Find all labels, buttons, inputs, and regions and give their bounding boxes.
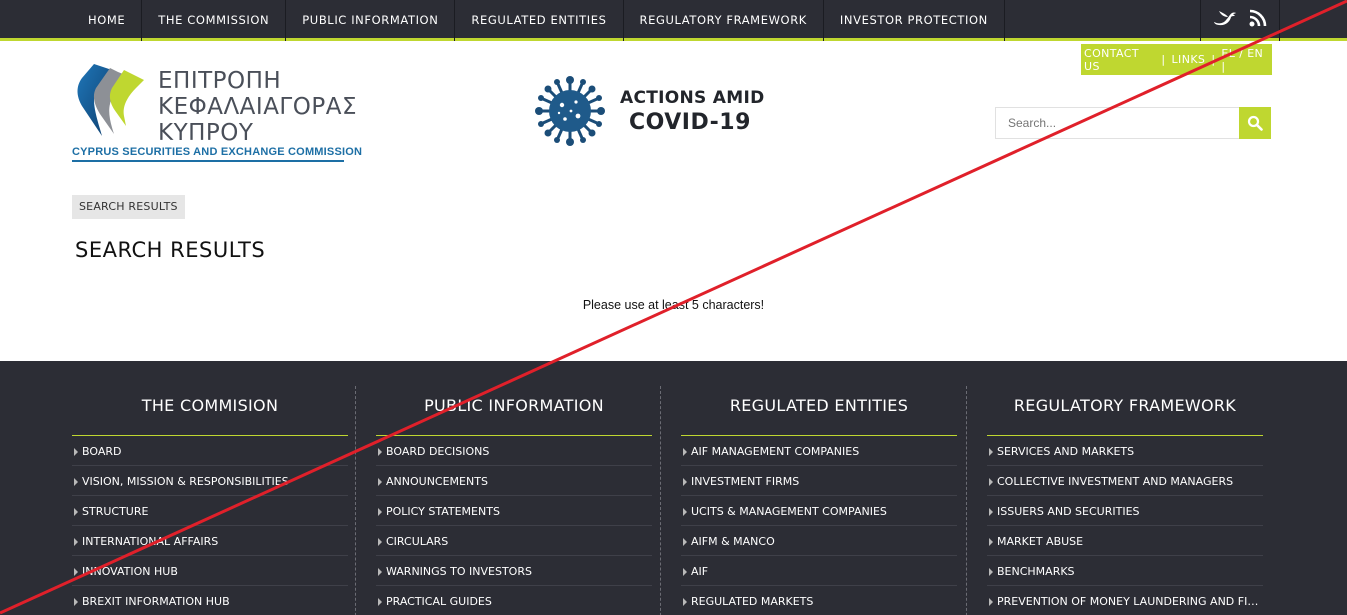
caret-right-icon	[74, 538, 78, 546]
footer-link[interactable]: CIRCULARS	[376, 526, 652, 556]
footer-column-regulatory-framework: REGULATORY FRAMEWORK SERVICES AND MARKET…	[966, 386, 1272, 615]
caret-right-icon	[683, 538, 687, 546]
footer-link[interactable]: STRUCTURE	[72, 496, 348, 526]
footer-link[interactable]: AIFM & MANCO	[681, 526, 957, 556]
caret-right-icon	[989, 478, 993, 486]
caret-right-icon	[989, 508, 993, 516]
caret-right-icon	[683, 448, 687, 456]
footer-column-title: THE COMMISION	[72, 386, 348, 436]
logo-line-1: ΕΠΙΤΡΟΠΗ	[158, 68, 282, 94]
cysec-logo[interactable]: ΕΠΙΤΡΟΠΗ ΚΕΦΑΛΑΙΑΓΟΡΑΣ ΚΥΠΡΟΥ CYPRUS SEC…	[72, 62, 362, 162]
caret-right-icon	[74, 478, 78, 486]
footer-link[interactable]: PRACTICAL GUIDES	[376, 586, 652, 615]
search-error-message: Please use at least 5 characters!	[582, 298, 765, 312]
caret-right-icon	[378, 538, 382, 546]
covid-title-line-2: COVID-19	[629, 110, 751, 135]
caret-right-icon	[74, 568, 78, 576]
covid-title-line-1: ACTIONS AMID	[620, 88, 765, 108]
footer-column-public-information: PUBLIC INFORMATION BOARD DECISIONS ANNOU…	[355, 386, 661, 615]
top-navigation-bar: HOME THE COMMISSION PUBLIC INFORMATION R…	[0, 0, 1347, 41]
logo-line-2: ΚΕΦΑΛΑΙΑΓΟΡΑΣ	[158, 94, 357, 120]
caret-right-icon	[989, 568, 993, 576]
footer-link[interactable]: VISION, MISSION & RESPONSIBILITIES	[72, 466, 348, 496]
footer-link[interactable]: COLLECTIVE INVESTMENT AND MANAGERS	[987, 466, 1263, 496]
caret-right-icon	[989, 538, 993, 546]
caret-right-icon	[683, 598, 687, 606]
caret-right-icon	[989, 598, 993, 606]
footer-column-title: REGULATORY FRAMEWORK	[987, 386, 1263, 436]
caret-right-icon	[378, 568, 382, 576]
nav-public-information[interactable]: PUBLIC INFORMATION	[286, 0, 456, 41]
rss-icon[interactable]	[1249, 9, 1267, 32]
contact-links-bar: CONTACT US | LINKS | EL / EN |	[1081, 44, 1272, 75]
footer-column-title: PUBLIC INFORMATION	[376, 386, 652, 436]
footer-link[interactable]: BREXIT INFORMATION HUB	[72, 586, 348, 615]
links-link[interactable]: LINKS	[1169, 53, 1209, 66]
footer-link[interactable]: MARKET ABUSE	[987, 526, 1263, 556]
caret-right-icon	[989, 448, 993, 456]
footer-link[interactable]: AIF MANAGEMENT COMPANIES	[681, 436, 957, 466]
footer-link[interactable]: INTERNATIONAL AFFAIRS	[72, 526, 348, 556]
caret-right-icon	[378, 598, 382, 606]
search-input[interactable]	[996, 108, 1240, 138]
caret-right-icon	[683, 478, 687, 486]
contact-us-link[interactable]: CONTACT US	[1081, 47, 1158, 73]
search-icon	[1247, 115, 1263, 131]
separator: |	[1161, 53, 1166, 66]
caret-right-icon	[378, 448, 382, 456]
footer-link[interactable]: ISSUERS AND SECURITIES	[987, 496, 1263, 526]
footer: THE COMMISION BOARD VISION, MISSION & RE…	[0, 361, 1347, 615]
caret-right-icon	[74, 448, 78, 456]
logo-mark-icon	[77, 64, 144, 136]
caret-right-icon	[683, 568, 687, 576]
footer-link[interactable]: ANNOUNCEMENTS	[376, 466, 652, 496]
footer-column-regulated-entities: REGULATED ENTITIES AIF MANAGEMENT COMPAN…	[660, 386, 966, 615]
search-button[interactable]	[1239, 107, 1271, 139]
caret-right-icon	[378, 508, 382, 516]
footer-link[interactable]: POLICY STATEMENTS	[376, 496, 652, 526]
language-switch[interactable]: EL / EN |	[1218, 47, 1272, 73]
caret-right-icon	[74, 508, 78, 516]
footer-link[interactable]: BOARD DECISIONS	[376, 436, 652, 466]
twitter-bird-icon[interactable]	[1213, 9, 1237, 32]
virus-icon	[535, 76, 605, 146]
page-title: SEARCH RESULTS	[75, 238, 266, 262]
covid-banner[interactable]: ACTIONS AMID COVID-19	[533, 74, 764, 154]
social-links	[1200, 0, 1280, 41]
breadcrumb[interactable]: SEARCH RESULTS	[72, 195, 185, 219]
footer-column-title: REGULATED ENTITIES	[681, 386, 957, 436]
logo-wordmark: ΕΠΙΤΡΟΠΗ ΚΕΦΑΛΑΙΑΓΟΡΑΣ ΚΥΠΡΟΥ	[158, 68, 357, 146]
nav-regulatory-framework[interactable]: REGULATORY FRAMEWORK	[624, 0, 824, 41]
footer-column-commission: THE COMMISION BOARD VISION, MISSION & RE…	[72, 386, 378, 615]
nav-home[interactable]: HOME	[72, 0, 143, 41]
logo-subtitle: CYPRUS SECURITIES AND EXCHANGE COMMISSIO…	[72, 146, 363, 158]
logo-line-3: ΚΥΠΡΟΥ	[158, 120, 254, 146]
footer-link[interactable]: INVESTMENT FIRMS	[681, 466, 957, 496]
nav-regulated-entities[interactable]: REGULATED ENTITIES	[455, 0, 624, 41]
search-form	[995, 107, 1271, 139]
footer-link[interactable]: BOARD	[72, 436, 348, 466]
caret-right-icon	[683, 508, 687, 516]
footer-link[interactable]: AIF	[681, 556, 957, 586]
nav-investor-protection[interactable]: INVESTOR PROTECTION	[824, 0, 1005, 41]
caret-right-icon	[378, 478, 382, 486]
footer-link[interactable]: SERVICES AND MARKETS	[987, 436, 1263, 466]
footer-link[interactable]: REGULATED MARKETS	[681, 586, 957, 615]
nav-the-commission[interactable]: THE COMMISSION	[142, 0, 287, 41]
footer-link[interactable]: UCITS & MANAGEMENT COMPANIES	[681, 496, 957, 526]
separator: |	[1211, 53, 1216, 66]
footer-link[interactable]: BENCHMARKS	[987, 556, 1263, 586]
caret-right-icon	[74, 598, 78, 606]
footer-link[interactable]: PREVENTION OF MONEY LAUNDERING AND FINAN…	[987, 586, 1263, 615]
footer-link[interactable]: WARNINGS TO INVESTORS	[376, 556, 652, 586]
footer-link[interactable]: INNOVATION HUB	[72, 556, 348, 586]
logo-underline	[72, 160, 344, 162]
main-menu: HOME THE COMMISSION PUBLIC INFORMATION R…	[72, 0, 1005, 41]
